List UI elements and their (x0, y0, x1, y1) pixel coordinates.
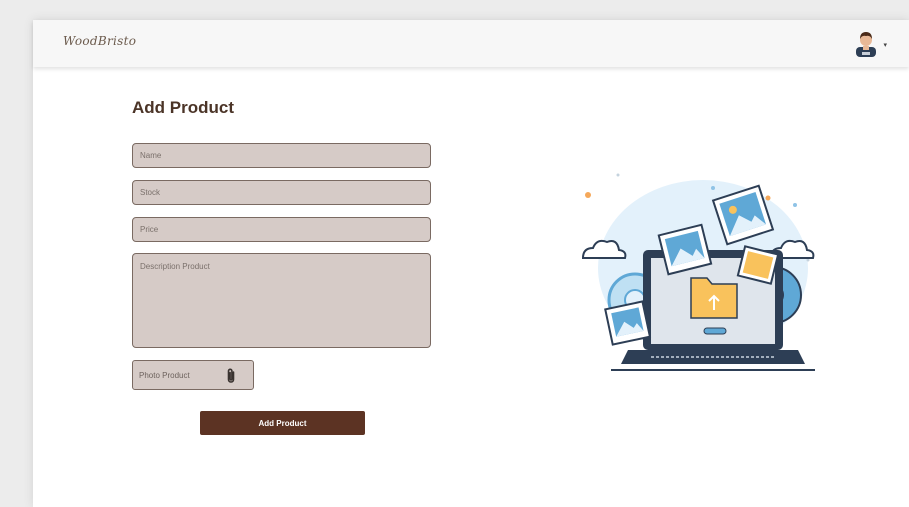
name-input[interactable] (132, 143, 431, 168)
add-product-button[interactable]: Add Product (200, 411, 365, 435)
app-window: WoodBristo ▾ Add Product Photo Product A… (33, 20, 909, 507)
brand-logo[interactable]: WoodBristo (63, 34, 136, 48)
page-title: Add Product (132, 98, 234, 117)
photo-upload-button[interactable]: Photo Product (132, 360, 254, 390)
caret-down-icon: ▾ (883, 42, 887, 49)
photo-upload-label: Photo Product (139, 371, 190, 380)
user-avatar-icon (856, 32, 876, 57)
user-menu[interactable]: ▾ (853, 29, 887, 57)
upload-illustration (581, 173, 815, 371)
stock-input[interactable] (132, 180, 431, 205)
description-textarea[interactable] (132, 253, 431, 348)
paperclip-icon (227, 368, 235, 383)
top-navbar: WoodBristo ▾ (33, 20, 909, 67)
price-input[interactable] (132, 217, 431, 242)
